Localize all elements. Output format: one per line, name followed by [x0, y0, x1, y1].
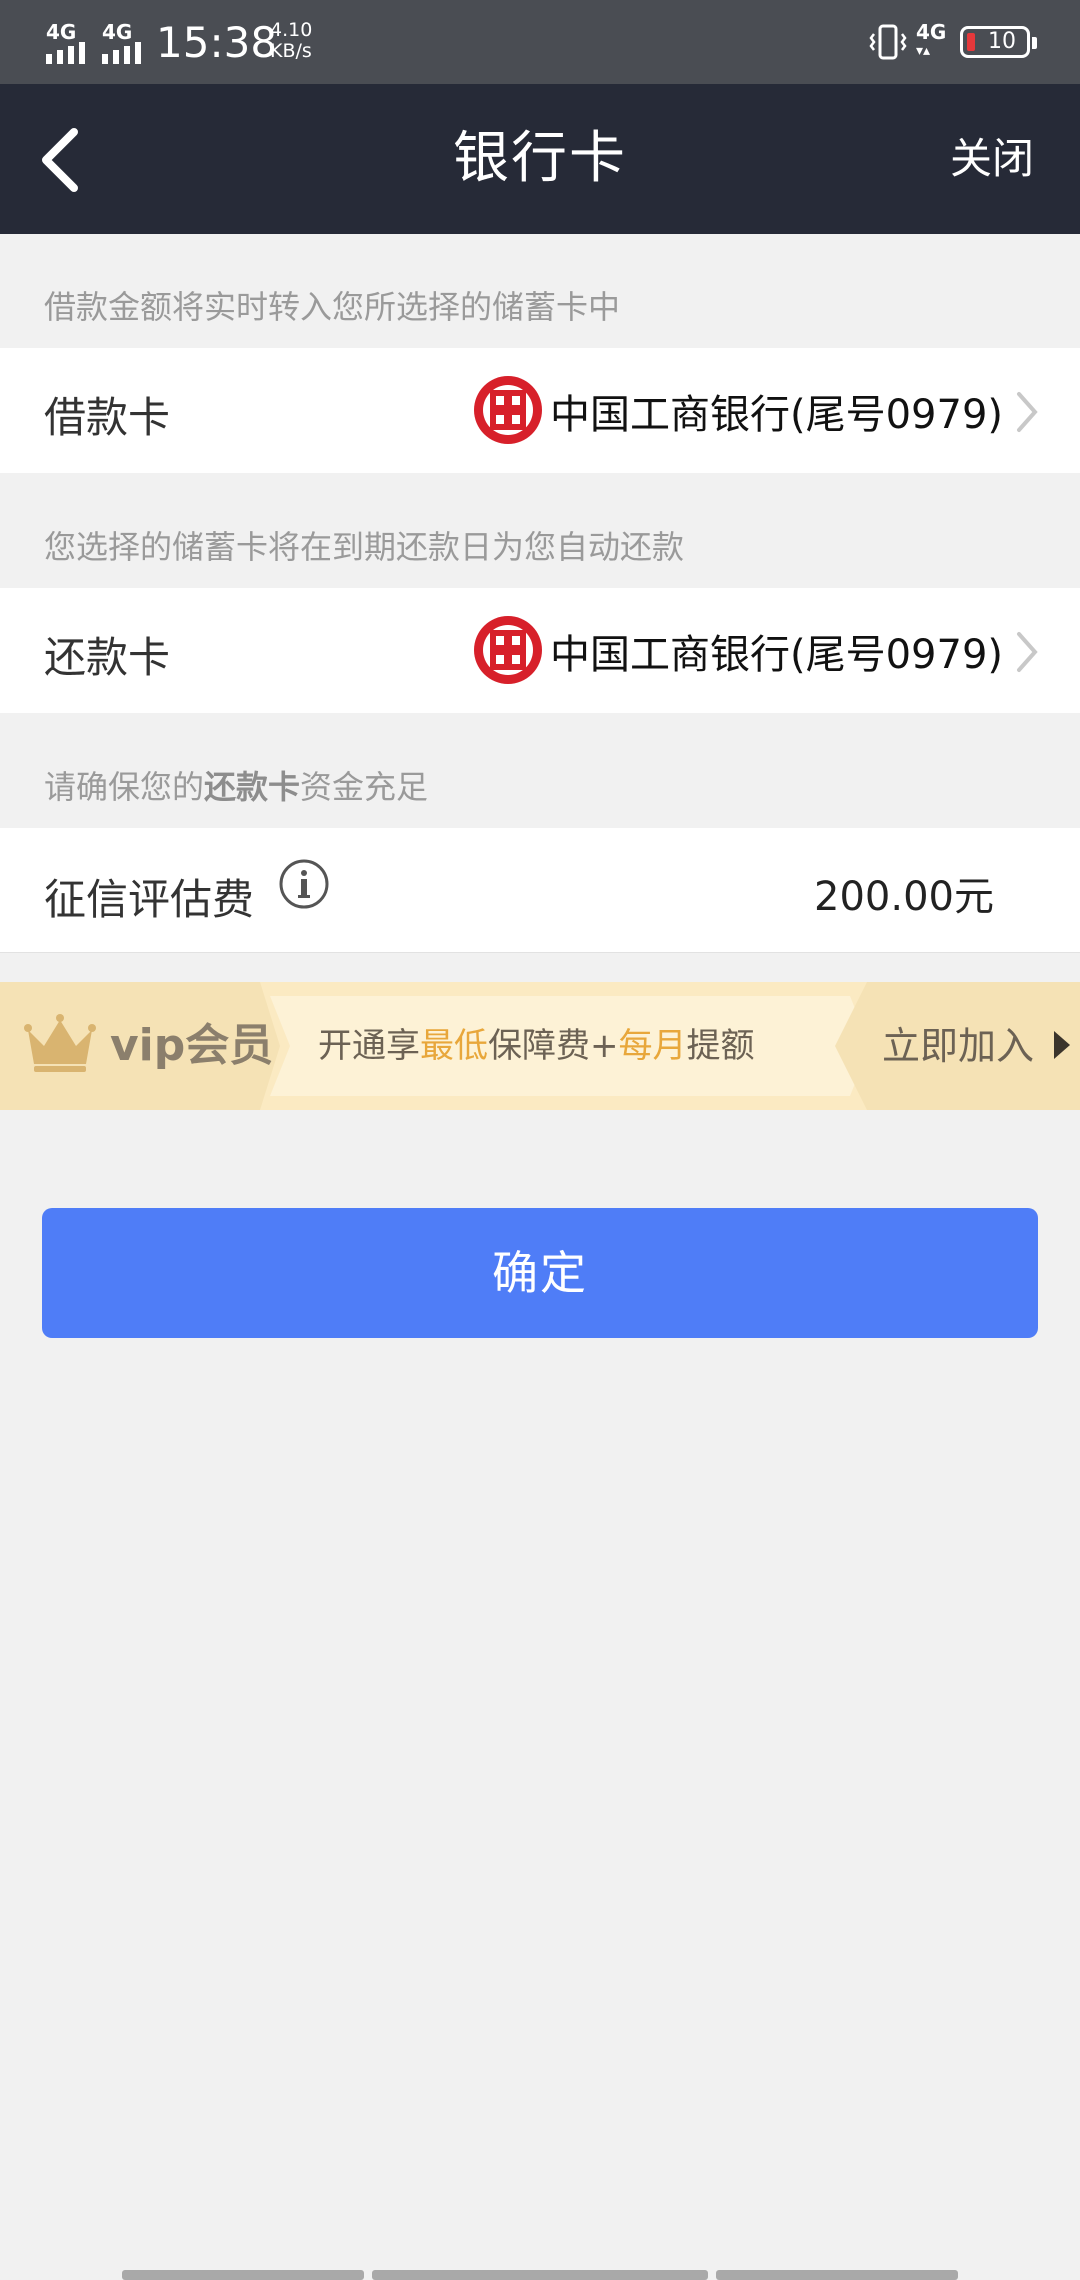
- page-title: 银行卡: [453, 126, 627, 191]
- status-bar: 4G 4G 15:38 4.10 KB/s 4G ▾▴ 10: [0, 0, 1080, 84]
- network-type-label: 4G: [46, 20, 77, 44]
- vibrate-icon: [869, 24, 907, 60]
- fee-tip-bold: 还款卡: [204, 768, 301, 806]
- loan-card-bank: 中国工商银行(尾号0979): [550, 392, 1004, 438]
- clock: 15:38: [156, 18, 278, 67]
- network-speed-unit: KB/s: [270, 40, 312, 62]
- fee-amount: 200.00元: [814, 874, 994, 920]
- back-icon[interactable]: [34, 124, 94, 196]
- vip-banner[interactable]: vip会员 开通享最低保障费+每月提额 立即加入: [0, 982, 1080, 1110]
- network-type-label: 4G: [916, 20, 947, 44]
- repay-card-bank: 中国工商银行(尾号0979): [550, 632, 1004, 678]
- play-arrow-icon: [1054, 1031, 1070, 1059]
- battery-icon: 10: [960, 26, 1037, 58]
- fee-tip: 请确保您的还款卡资金充足: [44, 768, 429, 806]
- loan-card-tip: 借款金额将实时转入您所选择的储蓄卡中: [44, 288, 621, 326]
- icbc-logo-icon: [474, 376, 542, 444]
- loan-card-label: 借款卡: [44, 393, 171, 442]
- repay-card-label: 还款卡: [44, 633, 171, 682]
- vip-description: 开通享最低保障费+每月提额: [318, 1026, 755, 1066]
- network-speed: 4.10 KB/s: [270, 20, 312, 62]
- fee-row: 征信评估费 200.00元: [0, 828, 1080, 953]
- icbc-logo-icon: [474, 616, 542, 684]
- vip-title: vip会员: [110, 1020, 274, 1071]
- chevron-right-icon: [1017, 392, 1038, 432]
- data-signal-icon: 4G ▾▴: [916, 20, 947, 59]
- info-icon[interactable]: [278, 858, 330, 910]
- nav-bar: 银行卡 关闭: [0, 84, 1080, 234]
- bottom-gesture-bar: [0, 2270, 1080, 2280]
- repay-card-row[interactable]: 还款卡 中国工商银行(尾号0979): [0, 588, 1080, 713]
- network-type-label: 4G: [102, 20, 133, 44]
- close-button[interactable]: 关闭: [950, 84, 1034, 234]
- loan-card-row[interactable]: 借款卡 中国工商银行(尾号0979): [0, 348, 1080, 473]
- fee-label: 征信评估费: [44, 875, 255, 924]
- confirm-button[interactable]: 确定: [42, 1208, 1038, 1338]
- crown-icon: [24, 1014, 96, 1072]
- battery-level: 10: [988, 29, 1016, 54]
- repay-card-tip: 您选择的储蓄卡将在到期还款日为您自动还款: [44, 528, 685, 566]
- vip-join-button[interactable]: 立即加入: [882, 982, 1034, 1110]
- chevron-right-icon: [1017, 632, 1038, 672]
- network-speed-value: 4.10: [270, 19, 313, 41]
